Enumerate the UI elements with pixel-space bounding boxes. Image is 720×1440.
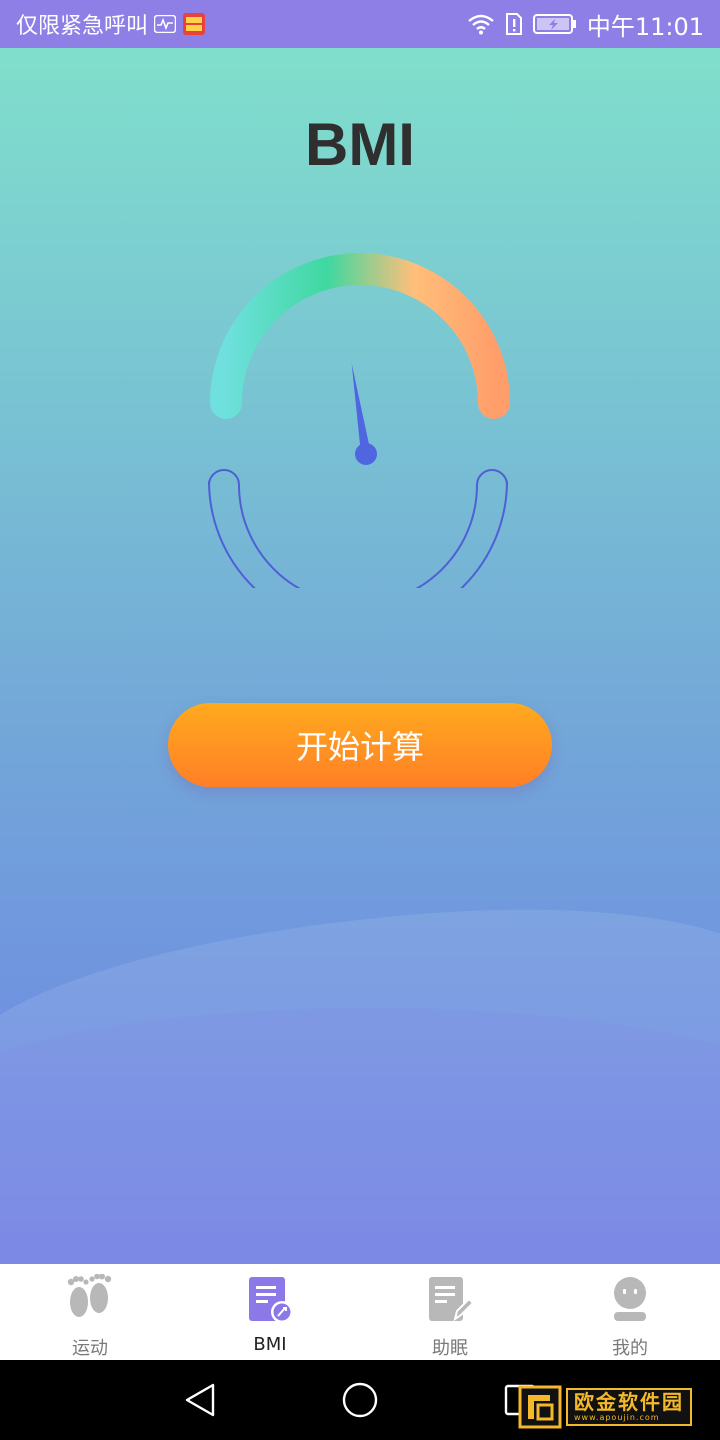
activity-icon	[154, 15, 177, 33]
watermark-url: www.apoujin.com	[574, 1413, 660, 1422]
tab-label-sport: 运动	[72, 1338, 108, 1359]
news-app-icon	[182, 12, 206, 36]
gauge-needle-hub	[355, 443, 377, 465]
bmi-gauge	[208, 253, 510, 588]
tab-sleep[interactable]: 助眠	[360, 1264, 540, 1360]
footprints-icon	[62, 1272, 118, 1328]
status-bar: 仅限紧急呼叫 中午11:01	[0, 0, 720, 48]
watermark-text-box: 欧金软件园 www.apoujin.com	[566, 1388, 692, 1426]
sleep-note-icon	[422, 1272, 478, 1328]
tab-label-sleep: 助眠	[432, 1338, 468, 1359]
main-content: BMI 开始计算	[0, 48, 720, 1264]
site-watermark: 欧金软件园 www.apoujin.com	[518, 1384, 714, 1430]
tab-bmi[interactable]: BMI	[180, 1264, 360, 1360]
start-calculation-button[interactable]: 开始计算	[168, 703, 552, 787]
status-right: 中午11:01	[467, 7, 704, 42]
background-wave-shade	[0, 1008, 720, 1264]
back-icon[interactable]	[180, 1380, 220, 1420]
bottom-tab-bar: 运动 BMI 助眠 我的	[0, 1264, 720, 1360]
tab-label-bmi: BMI	[253, 1334, 287, 1355]
page-title: BMI	[305, 111, 415, 178]
home-icon[interactable]	[340, 1380, 380, 1420]
gauge-color-arc	[210, 253, 510, 419]
watermark-logo-icon	[518, 1385, 562, 1429]
emergency-call-text: 仅限紧急呼叫	[16, 14, 149, 39]
tab-sport[interactable]: 运动	[0, 1264, 180, 1360]
gauge-needle	[351, 363, 371, 455]
bmi-document-icon	[242, 1272, 298, 1328]
wifi-icon	[467, 13, 495, 35]
tab-label-profile: 我的	[612, 1338, 648, 1359]
profile-icon	[602, 1272, 658, 1328]
battery-charging-icon	[532, 13, 577, 35]
watermark-text: 欧金软件园	[574, 1390, 684, 1414]
clock-time: 中午11:01	[586, 12, 704, 41]
gauge-lower-ring	[208, 469, 508, 588]
status-left: 仅限紧急呼叫	[16, 8, 206, 40]
tab-profile[interactable]: 我的	[540, 1264, 720, 1360]
sim-alert-icon	[505, 12, 523, 36]
